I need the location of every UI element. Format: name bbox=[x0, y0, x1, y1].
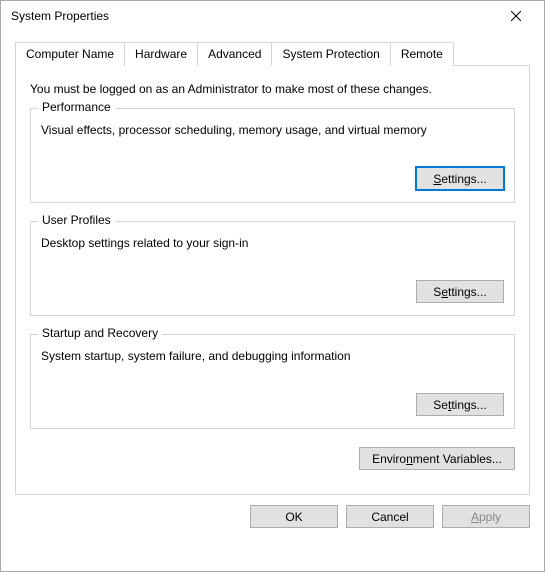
dialog-footer: OK Cancel Apply bbox=[1, 495, 544, 540]
tab-computer-name[interactable]: Computer Name bbox=[15, 42, 125, 66]
performance-title: Performance bbox=[38, 100, 115, 114]
apply-button[interactable]: Apply bbox=[442, 505, 530, 528]
performance-desc: Visual effects, processor scheduling, me… bbox=[41, 123, 504, 137]
titlebar: System Properties bbox=[1, 1, 544, 31]
window-title: System Properties bbox=[11, 9, 109, 23]
admin-notice: You must be logged on as an Administrato… bbox=[30, 82, 515, 96]
user-profiles-desc: Desktop settings related to your sign-in bbox=[41, 236, 504, 250]
user-profiles-settings-button[interactable]: Settings... bbox=[416, 280, 504, 303]
startup-recovery-desc: System startup, system failure, and debu… bbox=[41, 349, 504, 363]
user-profiles-group: User Profiles Desktop settings related t… bbox=[30, 221, 515, 316]
dialog-content: Computer Name Hardware Advanced System P… bbox=[1, 31, 544, 495]
ok-button[interactable]: OK bbox=[250, 505, 338, 528]
close-button[interactable] bbox=[496, 2, 536, 30]
tab-remote[interactable]: Remote bbox=[390, 42, 454, 66]
performance-settings-button[interactable]: Settings... bbox=[416, 167, 504, 190]
advanced-panel: You must be logged on as an Administrato… bbox=[15, 66, 530, 495]
tab-hardware[interactable]: Hardware bbox=[124, 42, 198, 66]
performance-group: Performance Visual effects, processor sc… bbox=[30, 108, 515, 203]
startup-recovery-settings-button[interactable]: Settings... bbox=[416, 393, 504, 416]
startup-recovery-title: Startup and Recovery bbox=[38, 326, 162, 340]
cancel-button[interactable]: Cancel bbox=[346, 505, 434, 528]
startup-recovery-group: Startup and Recovery System startup, sys… bbox=[30, 334, 515, 429]
close-icon bbox=[511, 11, 521, 21]
user-profiles-title: User Profiles bbox=[38, 213, 115, 227]
tab-strip: Computer Name Hardware Advanced System P… bbox=[15, 41, 530, 66]
tab-system-protection[interactable]: System Protection bbox=[271, 42, 390, 66]
tab-advanced[interactable]: Advanced bbox=[197, 42, 272, 66]
environment-variables-button[interactable]: Environment Variables... bbox=[359, 447, 515, 470]
